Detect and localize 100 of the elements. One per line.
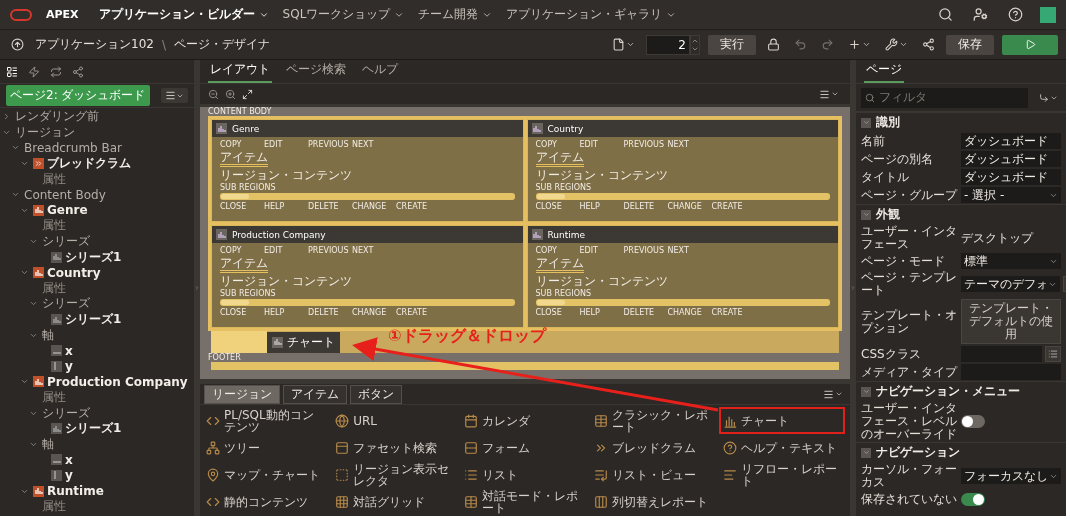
page-number-field[interactable]: 2 — [646, 34, 690, 55]
text-field[interactable] — [961, 364, 1061, 380]
region-action[interactable]: EDIT — [579, 140, 624, 149]
toggle-switch[interactable] — [961, 492, 985, 506]
tree-item[interactable]: シリーズ1 — [65, 248, 122, 266]
nav-menu[interactable]: チーム開発 — [418, 6, 493, 23]
region-action[interactable]: NEXT — [667, 140, 712, 149]
region-action[interactable]: HELP — [579, 202, 624, 211]
region-action[interactable]: PREVIOUS — [308, 246, 352, 255]
tree-item[interactable]: シリーズ — [42, 233, 90, 251]
region-action[interactable]: CREATE — [711, 202, 756, 211]
select-field[interactable]: テーマのデフォ — [961, 276, 1060, 292]
tree-item[interactable]: シリーズ1 — [65, 420, 122, 438]
region-action[interactable]: NEXT — [352, 140, 396, 149]
gallery-tab[interactable]: ボタン — [350, 384, 402, 404]
region-action[interactable]: CHANGE — [352, 202, 396, 211]
nav-menu[interactable]: SQLワークショップ — [282, 6, 405, 23]
select-field[interactable]: - 選択 - — [961, 187, 1061, 203]
gallery-item[interactable]: カレンダ — [460, 407, 587, 434]
region-action[interactable]: DELETE — [308, 202, 352, 211]
tree-item[interactable]: 属性 — [42, 279, 66, 297]
region-action[interactable]: CLOSE — [220, 202, 264, 211]
region-action[interactable]: HELP — [264, 308, 308, 317]
tab[interactable]: ヘルプ — [360, 61, 400, 83]
nav-menu[interactable]: アプリケーション・ビルダー — [98, 6, 269, 23]
gallery-tab[interactable]: アイテム — [283, 384, 347, 404]
region-action[interactable]: CHANGE — [667, 308, 712, 317]
list-button[interactable] — [1045, 346, 1061, 362]
text-field[interactable]: ダッシュボード — [961, 151, 1061, 167]
tree-item[interactable]: y — [65, 359, 73, 374]
region-action[interactable]: DELETE — [308, 308, 352, 317]
gallery-item[interactable]: マップ・チャート — [202, 461, 329, 488]
region-action[interactable]: NEXT — [352, 246, 396, 255]
gallery-item[interactable]: リスト・ビュー — [589, 461, 716, 488]
toggle-switch[interactable] — [961, 415, 985, 428]
region-action[interactable]: NEXT — [667, 246, 712, 255]
collapse-toggle[interactable] — [861, 447, 871, 458]
region-action[interactable]: PREVIOUS — [623, 140, 668, 149]
gallery-item[interactable]: リスト — [460, 461, 587, 488]
tab[interactable]: レイアウト — [208, 61, 272, 83]
template-options-button[interactable]: テンプレート・デフォルトの使用 — [961, 299, 1061, 344]
gallery-item[interactable]: ツリー — [202, 434, 329, 461]
gallery-item[interactable]: ヘルプ・テキスト — [718, 434, 845, 461]
select-field[interactable]: 標準 — [961, 253, 1061, 269]
text-field[interactable]: ダッシュボード — [961, 169, 1061, 185]
region-action[interactable]: CREATE — [396, 308, 440, 317]
gallery-tab[interactable]: リージョン — [204, 384, 280, 404]
gallery-item[interactable]: ブレッドクラム — [589, 434, 716, 461]
gallery-item[interactable]: フォーム — [460, 434, 587, 461]
gallery-item[interactable]: チャート — [718, 407, 845, 434]
region-action[interactable]: CREATE — [396, 202, 440, 211]
nav-menu[interactable]: アプリケーション・ギャラリ — [506, 6, 677, 23]
tree-item[interactable]: 属性 — [42, 389, 66, 406]
avatar[interactable] — [1040, 6, 1056, 23]
gallery-item[interactable]: クラシック・レポート — [589, 407, 716, 434]
collapse-toggle[interactable] — [861, 117, 871, 128]
region-action[interactable]: EDIT — [264, 140, 308, 149]
tree-item[interactable]: 軸 — [42, 326, 54, 344]
region-action[interactable]: CREATE — [711, 308, 756, 317]
select-field[interactable]: フォーカスなし — [961, 468, 1061, 484]
region-action[interactable]: CHANGE — [352, 308, 396, 317]
region-action[interactable]: DELETE — [623, 202, 668, 211]
gallery-item[interactable]: URL — [331, 407, 458, 434]
region-action[interactable]: COPY — [535, 140, 580, 149]
region-action[interactable]: CHANGE — [667, 202, 712, 211]
panel-tab[interactable] — [6, 65, 18, 78]
tree-item[interactable]: Country — [47, 265, 101, 280]
tree-item[interactable]: x — [65, 452, 73, 467]
go-button[interactable]: 実行 — [708, 34, 756, 55]
chevron-right-icon[interactable] — [2, 112, 11, 122]
region-action[interactable]: DELETE — [623, 308, 668, 317]
gallery-item[interactable]: PL/SQL動的コンテンツ — [202, 407, 329, 434]
gallery-item[interactable]: 対話モード・レポート — [460, 488, 587, 515]
region-action[interactable]: COPY — [220, 246, 264, 255]
tree-item[interactable]: シリーズ — [42, 295, 90, 313]
region-action[interactable]: CLOSE — [220, 308, 264, 317]
tree-item[interactable]: Runtime — [47, 484, 104, 499]
filter-field[interactable]: フィルタ — [861, 87, 1028, 108]
tree-item[interactable]: x — [65, 343, 73, 358]
gallery-item[interactable]: 静的コンテンツ — [202, 488, 329, 515]
region-action[interactable]: CLOSE — [535, 308, 580, 317]
gallery-item[interactable]: 対話グリッド — [331, 488, 458, 515]
tab[interactable]: ページ検索 — [284, 61, 348, 83]
menu-button[interactable] — [161, 88, 188, 103]
region-action[interactable]: EDIT — [264, 246, 308, 255]
tab[interactable]: ページ — [864, 61, 904, 83]
region-action[interactable]: COPY — [535, 246, 580, 255]
tree-item[interactable]: Content Body — [24, 187, 106, 202]
region-action[interactable]: CLOSE — [535, 202, 580, 211]
collapse-toggle[interactable] — [861, 386, 871, 397]
zoom-in-icon[interactable] — [225, 88, 236, 100]
save-button[interactable]: 保存 — [946, 34, 994, 55]
tree-item[interactable]: Genre — [47, 203, 88, 218]
tree-item[interactable]: 属性 — [42, 170, 66, 188]
region-action[interactable]: HELP — [264, 202, 308, 211]
tree-item[interactable]: 軸 — [42, 435, 54, 453]
tree-item[interactable]: シリーズ — [42, 404, 90, 422]
tree-item[interactable]: Production Company — [47, 374, 188, 389]
breadcrumb-link[interactable]: アプリケーション102 — [35, 36, 154, 53]
tree-item[interactable]: y — [65, 468, 73, 483]
